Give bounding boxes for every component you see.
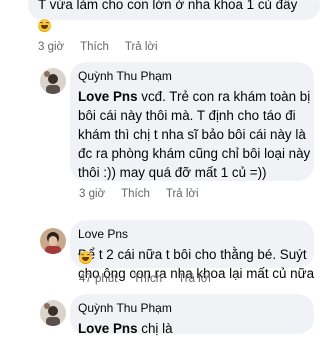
- comment-text: Love Pns vcđ. Trẻ con ra khám toàn bị bô…: [78, 87, 310, 182]
- comment-line: khám thì chị t nha sĩ bảo bôi cái này là: [78, 127, 306, 142]
- reply-button[interactable]: Trả lời: [166, 188, 199, 200]
- avatar[interactable]: [40, 68, 66, 94]
- comment-time: 47 phút: [79, 273, 118, 285]
- like-button[interactable]: Thích: [121, 188, 150, 200]
- comment-bubble: Love Pns Để t 2 cái nữa t bôi cho thằng …: [70, 220, 314, 281]
- comment-line: chị là: [137, 321, 173, 336]
- comment-actions: 3 giờ Thích Trả lời: [79, 187, 212, 201]
- avatar[interactable]: [40, 228, 66, 254]
- crying-laughing-emoji-icon: [79, 251, 92, 264]
- mention-tag[interactable]: Love Pns: [78, 321, 138, 336]
- comment-text: Love Pns chị là: [78, 319, 306, 338]
- reply-button[interactable]: Trả lời: [125, 41, 158, 53]
- comment-author[interactable]: Quỳnh Thu Phạm: [78, 68, 306, 84]
- crying-laughing-emoji-icon: [38, 19, 51, 32]
- mention-tag[interactable]: Love Pns: [78, 89, 138, 104]
- comment-time: 3 giờ: [79, 188, 106, 200]
- like-button[interactable]: Thích: [80, 41, 109, 53]
- comment-author[interactable]: Love Pns: [78, 226, 306, 242]
- comment-actions: 47 phút Thích Trả lời: [79, 272, 224, 286]
- comment-bubble: Quỳnh Thu Phạm Love Pns vcđ. Trẻ con ra …: [70, 62, 314, 181]
- comment-line: Để t 2 cái nữa t bôi cho thằng bé. Suýt: [78, 247, 307, 262]
- like-button[interactable]: Thích: [133, 273, 162, 285]
- comment-text: T vừa làm cho con lớn ở nha khoa 1 củ đấ…: [38, 0, 298, 12]
- comment-line: bôi cái này thôi mà. T định cho táo đi: [78, 108, 296, 123]
- comment-bubble: Quỳnh Thu Phạm Love Pns chị là: [70, 294, 314, 336]
- comment-bubble: T vừa làm cho con lớn ở nha khoa 1 củ đấ…: [28, 0, 320, 20]
- reply-button[interactable]: Trả lời: [178, 273, 211, 285]
- comment-line: vcđ. Trẻ con ra khám toàn bị: [137, 89, 311, 104]
- avatar[interactable]: [40, 300, 66, 326]
- comment-line: đc ra phòng khám cũng chỉ bôi loại này: [78, 146, 311, 161]
- comment-time: 3 giờ: [38, 41, 65, 53]
- comment-actions: 3 giờ Thích Trả lời: [38, 40, 171, 54]
- comment-author[interactable]: Quỳnh Thu Phạm: [78, 300, 306, 316]
- comment-line: thôi :)) may quá đỡ mất 1 củ =)): [78, 165, 267, 180]
